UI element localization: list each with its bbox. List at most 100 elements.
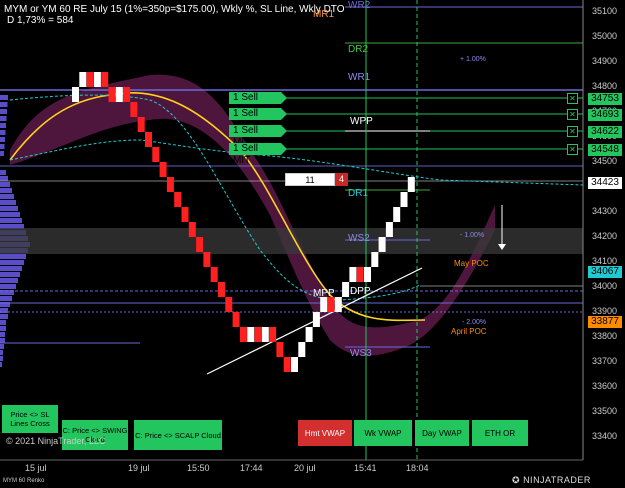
price-tick: 33900 xyxy=(592,306,618,316)
renko-brick-down xyxy=(225,297,233,312)
renko-brick-up xyxy=(305,327,313,342)
renko-brick-up xyxy=(342,282,350,297)
price-tick: 34000 xyxy=(592,281,618,291)
order-quantity[interactable]: 11 xyxy=(285,173,335,186)
volume-profile-bar xyxy=(0,116,7,121)
ninjatrader-chart-window: MYM or YM 60 RE July 15 (1%=350p=$175.00… xyxy=(0,0,625,488)
sell-order-label[interactable]: 1 Sell MIT xyxy=(229,92,281,115)
x-tick: 18:04 xyxy=(406,463,429,473)
renko-brick-down xyxy=(269,327,277,342)
wk-vwap-button[interactable]: Wk VWAP xyxy=(354,420,412,446)
x-tick: 17:44 xyxy=(240,463,263,473)
renko-brick-up xyxy=(291,357,298,372)
pivot-wr2: WR2 xyxy=(348,0,371,11)
volume-profile-bar xyxy=(0,266,22,271)
chart-header: MYM or YM 60 RE July 15 (1%=350p=$175.00… xyxy=(4,4,345,26)
order-count-badge[interactable]: 4 xyxy=(335,173,348,186)
renko-brick-down xyxy=(181,207,189,222)
hmt-vwap-button[interactable]: Hmt VWAP xyxy=(298,420,352,446)
volume-profile-bar xyxy=(0,102,8,107)
sell-order-label[interactable]: 1 Sell MIT xyxy=(229,143,281,166)
day-vwap-button[interactable]: Day VWAP xyxy=(415,420,469,446)
renko-brick-down xyxy=(123,87,131,102)
price-tick: 34500 xyxy=(592,156,618,166)
volume-profile-bar xyxy=(0,123,6,128)
volume-profile-bar xyxy=(0,218,22,223)
instrument-label: MYM 60 Renko xyxy=(3,478,45,484)
scalp-cloud-button[interactable]: C: Price <> SCALP Cloud xyxy=(134,420,222,450)
order-tip-icon xyxy=(281,125,287,137)
x-tick: 15:41 xyxy=(354,463,377,473)
sell-order-2[interactable]: 1 Sell MIT xyxy=(229,108,287,131)
volume-profile-bar xyxy=(0,338,5,343)
sell-order-label[interactable]: 1 Sell MIT xyxy=(229,125,281,148)
renko-brick-down xyxy=(188,222,196,237)
renko-brick-down xyxy=(210,267,218,282)
order-price-tag-2: 34693 xyxy=(588,109,622,121)
renko-brick-down xyxy=(86,72,94,87)
volume-profile-bar xyxy=(0,332,5,337)
order-tip-icon xyxy=(281,108,287,120)
order-entry[interactable]: 11 4 xyxy=(285,173,348,186)
volume-profile-bar xyxy=(0,144,5,149)
renko-brick-up xyxy=(400,192,408,207)
volume-profile-bar xyxy=(0,109,7,114)
volume-profile-bar xyxy=(0,350,3,355)
renko-brick-up xyxy=(320,297,328,312)
volume-profile-bar xyxy=(0,326,6,331)
sell-order-1[interactable]: 1 Sell MIT xyxy=(229,92,287,115)
volume-profile-bar xyxy=(0,356,3,361)
x-tick: 15:50 xyxy=(187,463,210,473)
cancel-order-2-icon[interactable]: ✕ xyxy=(567,109,578,120)
sell-order-4[interactable]: 1 Sell MIT xyxy=(229,143,287,166)
renko-brick-down xyxy=(152,147,160,162)
order-price-tag-1: 34753 xyxy=(588,93,622,105)
price-tick: 35100 xyxy=(592,6,618,16)
renko-brick-down xyxy=(108,87,116,102)
pivot-mpp: MPP xyxy=(313,288,335,299)
daily-range-text: D 1,73% = 584 xyxy=(7,15,74,26)
price-sl-cross-button[interactable]: Price <> SL Lines Cross xyxy=(2,405,58,433)
volume-profile-bar xyxy=(0,130,6,135)
renko-brick-up xyxy=(247,327,255,342)
sell-order-3[interactable]: 1 Sell MIT xyxy=(229,125,287,148)
renko-brick-up xyxy=(79,72,87,87)
price-tick: 33400 xyxy=(592,431,618,441)
volume-profile-bar xyxy=(0,320,6,325)
sell-order-label[interactable]: 1 Sell MIT xyxy=(229,108,281,131)
pivot-dr2: DR2 xyxy=(348,44,369,55)
price-chart[interactable] xyxy=(0,0,625,488)
price-tick: 34300 xyxy=(592,206,618,216)
renko-brick-down xyxy=(254,327,262,342)
cancel-order-3-icon[interactable]: ✕ xyxy=(567,126,578,137)
volume-profile-bar xyxy=(0,206,18,211)
renko-brick-down xyxy=(174,192,182,207)
cancel-order-4-icon[interactable]: ✕ xyxy=(567,144,578,155)
price-tick: 34800 xyxy=(592,81,618,91)
eth-or-button[interactable]: ETH OR xyxy=(472,420,528,446)
renko-brick-down xyxy=(145,132,152,147)
renko-brick-up xyxy=(349,267,357,282)
renko-brick-down xyxy=(166,177,174,192)
renko-brick-down xyxy=(232,312,240,327)
renko-brick-up xyxy=(393,207,401,222)
price-tick: 33600 xyxy=(592,381,618,391)
price-tick: 34200 xyxy=(592,231,618,241)
pivot-ws3: WS3 xyxy=(350,348,372,359)
volume-profile-bar xyxy=(0,176,8,181)
cancel-order-1-icon[interactable]: ✕ xyxy=(567,93,578,104)
may-poc-label: May POC xyxy=(454,259,489,268)
renko-brick-down xyxy=(196,237,204,252)
volume-profile-bar xyxy=(0,200,16,205)
volume-profile-bar xyxy=(0,284,16,289)
price-tick: 34900 xyxy=(592,56,618,66)
volume-profile-bar xyxy=(0,260,24,265)
copyright-text: © 2021 NinjaTrader, LLC xyxy=(6,436,106,446)
volume-profile-bar xyxy=(0,344,4,349)
plus-percent-label: + 1.00% xyxy=(460,56,486,63)
cyan-price-tag: 34067 xyxy=(588,266,622,278)
order-tip-icon xyxy=(281,143,287,155)
renko-brick-down xyxy=(239,327,247,342)
renko-brick-down xyxy=(218,282,225,297)
volume-profile-bar xyxy=(0,254,26,259)
